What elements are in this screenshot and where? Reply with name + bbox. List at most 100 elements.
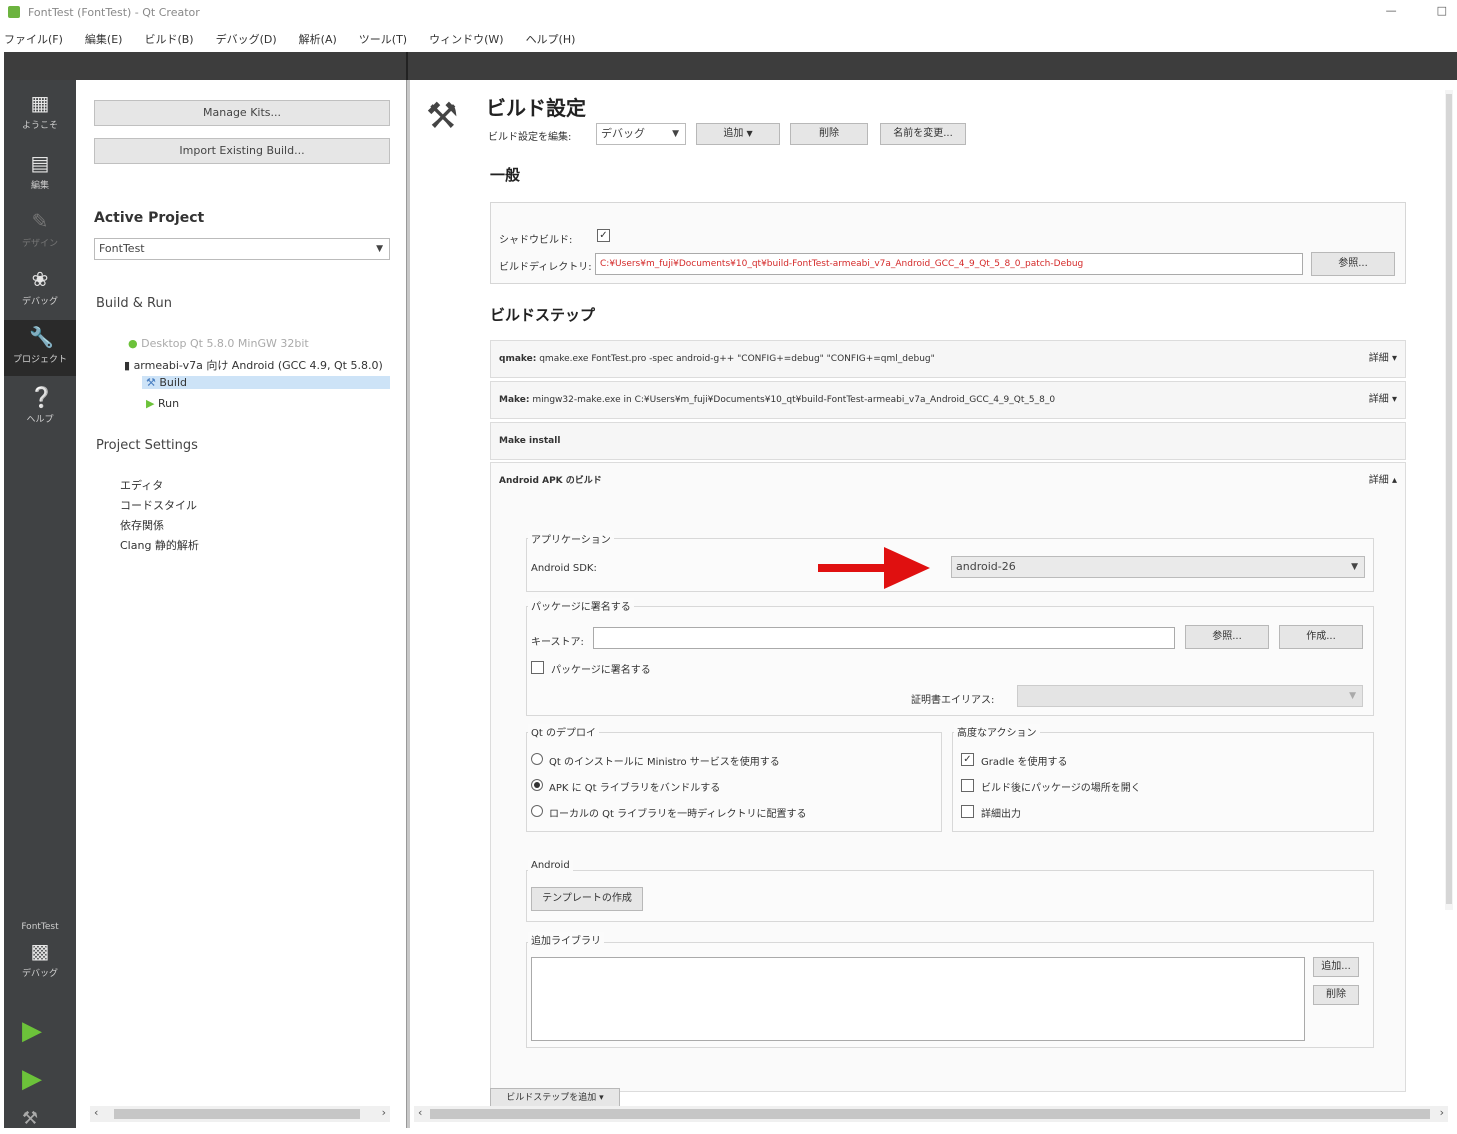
maximize-button[interactable]: □ bbox=[1437, 4, 1447, 17]
chevron-down-icon: ▼ bbox=[376, 244, 383, 254]
libraries-list[interactable] bbox=[531, 957, 1305, 1041]
use-gradle-checkbox[interactable]: ✓ bbox=[961, 753, 974, 766]
scroll-left-icon: ‹ bbox=[418, 1106, 423, 1119]
keystore-create-button[interactable]: 作成... bbox=[1279, 625, 1363, 649]
deploy-bundle-radio[interactable] bbox=[531, 779, 543, 791]
build-config-value: デバッグ bbox=[601, 127, 645, 140]
keystore-browse-button[interactable]: 参照... bbox=[1185, 625, 1269, 649]
step-make[interactable]: Make: mingw32-make.exe in C:¥Users¥m_fuj… bbox=[490, 381, 1406, 419]
shadow-build-label: シャドウビルド: bbox=[499, 235, 573, 246]
menu-window[interactable]: ウィンドウ(W) bbox=[429, 31, 503, 47]
build-config-combo[interactable]: デバッグ ▼ bbox=[596, 123, 686, 145]
app-icon bbox=[8, 6, 20, 18]
mode-debug-label: デバッグ bbox=[21, 297, 58, 307]
mode-help[interactable]: ❔ ヘルプ bbox=[4, 386, 76, 425]
kit-android[interactable]: ▮ armeabi-v7a 向け Android (GCC 4.9, Qt 5.… bbox=[124, 357, 392, 373]
sign-package-checkbox[interactable] bbox=[531, 661, 544, 674]
sign-package-checkbox-label: パッケージに署名する bbox=[551, 665, 651, 676]
use-gradle-label: Gradle を使用する bbox=[981, 757, 1068, 768]
kit-desktop[interactable]: ● Desktop Qt 5.8.0 MinGW 32bit bbox=[128, 337, 309, 350]
verbose-output-checkbox[interactable] bbox=[961, 805, 974, 818]
step-make-install[interactable]: Make install bbox=[490, 422, 1406, 460]
chevron-down-icon: ▼ bbox=[1349, 691, 1356, 701]
step-make-toggle[interactable]: 詳細 ▾ bbox=[1362, 382, 1397, 418]
import-build-button[interactable]: Import Existing Build... bbox=[94, 138, 390, 164]
menu-file[interactable]: ファイル(F) bbox=[4, 31, 63, 47]
main-hscroll-thumb[interactable] bbox=[430, 1109, 1430, 1119]
step-apk-toggle[interactable]: 詳細 ▴ bbox=[1362, 463, 1397, 499]
active-project-combo[interactable]: FontTest ▼ bbox=[94, 238, 390, 260]
additional-libraries-group-title: 追加ライブラリ bbox=[528, 932, 604, 947]
add-build-step-button[interactable]: ビルドステップを追加 ▾ bbox=[490, 1088, 620, 1108]
open-package-checkbox[interactable] bbox=[961, 779, 974, 792]
device-icon: ▩ bbox=[30, 939, 50, 963]
shadow-build-checkbox[interactable]: ✓ bbox=[597, 229, 610, 242]
deploy-local-radio[interactable] bbox=[531, 805, 543, 817]
scroll-right-icon: › bbox=[1439, 1106, 1444, 1119]
step-qmake-toggle[interactable]: 詳細 ▾ bbox=[1362, 341, 1397, 377]
create-templates-button[interactable]: テンプレートの作成 bbox=[531, 887, 643, 911]
qt-deploy-group: Qt のインストールに Ministro サービスを使用する APK に Qt … bbox=[526, 732, 942, 832]
tree-build[interactable]: ⚒ Build bbox=[142, 376, 390, 389]
red-arrow-icon bbox=[818, 547, 930, 589]
main-vscrollbar[interactable] bbox=[1445, 90, 1453, 910]
menu-help[interactable]: ヘルプ(H) bbox=[526, 31, 576, 47]
mode-welcome[interactable]: ▦ ようこそ bbox=[4, 92, 76, 131]
minimize-button[interactable]: — bbox=[1386, 4, 1397, 17]
kit-ok-icon: ● bbox=[128, 337, 138, 350]
step-apk-title: Android APK のビルド bbox=[499, 476, 602, 486]
kit-selector[interactable]: FontTest ▩ デバッグ bbox=[4, 922, 76, 979]
advanced-actions-group-title: 高度なアクション bbox=[954, 724, 1040, 739]
cert-alias-label: 証明書エイリアス: bbox=[911, 695, 995, 706]
left-hscrollbar[interactable]: ‹ › bbox=[90, 1106, 390, 1122]
tree-run[interactable]: ▶ Run bbox=[146, 397, 179, 410]
wrench-icon: 🔧 bbox=[29, 325, 54, 349]
mode-debug[interactable]: ❀ デバッグ bbox=[4, 268, 76, 307]
add-library-button[interactable]: 追加... bbox=[1313, 957, 1359, 977]
mode-projects-label: プロジェクト bbox=[12, 355, 67, 365]
mode-projects[interactable]: 🔧 プロジェクト bbox=[4, 320, 76, 376]
mode-design[interactable]: ✎ デザイン bbox=[4, 210, 76, 249]
help-icon: ❔ bbox=[29, 385, 54, 409]
menu-debug[interactable]: デバッグ(D) bbox=[216, 31, 277, 47]
menu-build[interactable]: ビルド(B) bbox=[144, 31, 193, 47]
settings-code-style[interactable]: コードスタイル bbox=[120, 497, 197, 513]
tree-build-label: Build bbox=[159, 376, 187, 389]
deploy-ministro-radio[interactable] bbox=[531, 753, 543, 765]
build-run-label: Build & Run bbox=[96, 296, 172, 311]
main-scroll-thumb[interactable] bbox=[1446, 94, 1452, 904]
menu-edit[interactable]: 編集(E) bbox=[85, 31, 123, 47]
build-button[interactable]: ⚒ bbox=[22, 1104, 52, 1134]
delete-config-button[interactable]: 削除 bbox=[790, 123, 868, 145]
rename-config-button[interactable]: 名前を変更... bbox=[880, 123, 966, 145]
general-frame: シャドウビルド: ✓ ビルドディレクトリ: C:¥Users¥m_fuji¥Do… bbox=[490, 202, 1406, 284]
main-hscrollbar[interactable]: ‹ › bbox=[414, 1106, 1448, 1122]
left-scroll-thumb[interactable] bbox=[114, 1109, 360, 1119]
keystore-field[interactable] bbox=[593, 627, 1175, 649]
menu-tools[interactable]: ツール(T) bbox=[359, 31, 407, 47]
build-dir-field[interactable]: C:¥Users¥m_fuji¥Documents¥10_qt¥build-Fo… bbox=[595, 253, 1303, 275]
mode-edit-label: 編集 bbox=[30, 181, 49, 191]
mode-edit[interactable]: ▤ 編集 bbox=[4, 152, 76, 191]
android-sdk-combo[interactable]: android-26 ▼ bbox=[951, 556, 1365, 578]
manage-kits-button[interactable]: Manage Kits... bbox=[94, 100, 390, 126]
active-project-value: FontTest bbox=[99, 242, 145, 255]
sign-package-group-title: パッケージに署名する bbox=[528, 598, 634, 613]
hammer-small-icon: ⚒ bbox=[22, 1108, 39, 1129]
android-group: テンプレートの作成 bbox=[526, 870, 1374, 922]
add-config-button[interactable]: 追加 ▼ bbox=[696, 123, 780, 145]
step-qmake[interactable]: qmake: qmake.exe FontTest.pro -spec andr… bbox=[490, 340, 1406, 378]
debug-run-button[interactable]: ▶ bbox=[22, 1064, 52, 1094]
menu-analyze[interactable]: 解析(A) bbox=[299, 31, 337, 47]
settings-clang[interactable]: Clang 静的解析 bbox=[120, 537, 199, 553]
sign-package-group: キーストア: 参照... 作成... パッケージに署名する 証明書エイリアス: … bbox=[526, 606, 1374, 716]
settings-dependencies[interactable]: 依存関係 bbox=[120, 517, 164, 533]
chevron-down-icon: ▼ bbox=[672, 129, 679, 139]
settings-editor[interactable]: エディタ bbox=[120, 477, 163, 493]
deploy-local-label: ローカルの Qt ライブラリを一時ディレクトリに配置する bbox=[549, 809, 807, 820]
run-button[interactable]: ▶ bbox=[22, 1016, 52, 1046]
build-dir-browse-button[interactable]: 参照... bbox=[1311, 252, 1395, 276]
kit-desktop-label: Desktop Qt 5.8.0 MinGW 32bit bbox=[141, 337, 309, 350]
remove-library-button[interactable]: 削除 bbox=[1313, 985, 1359, 1005]
cert-alias-combo[interactable]: ▼ bbox=[1017, 685, 1363, 707]
